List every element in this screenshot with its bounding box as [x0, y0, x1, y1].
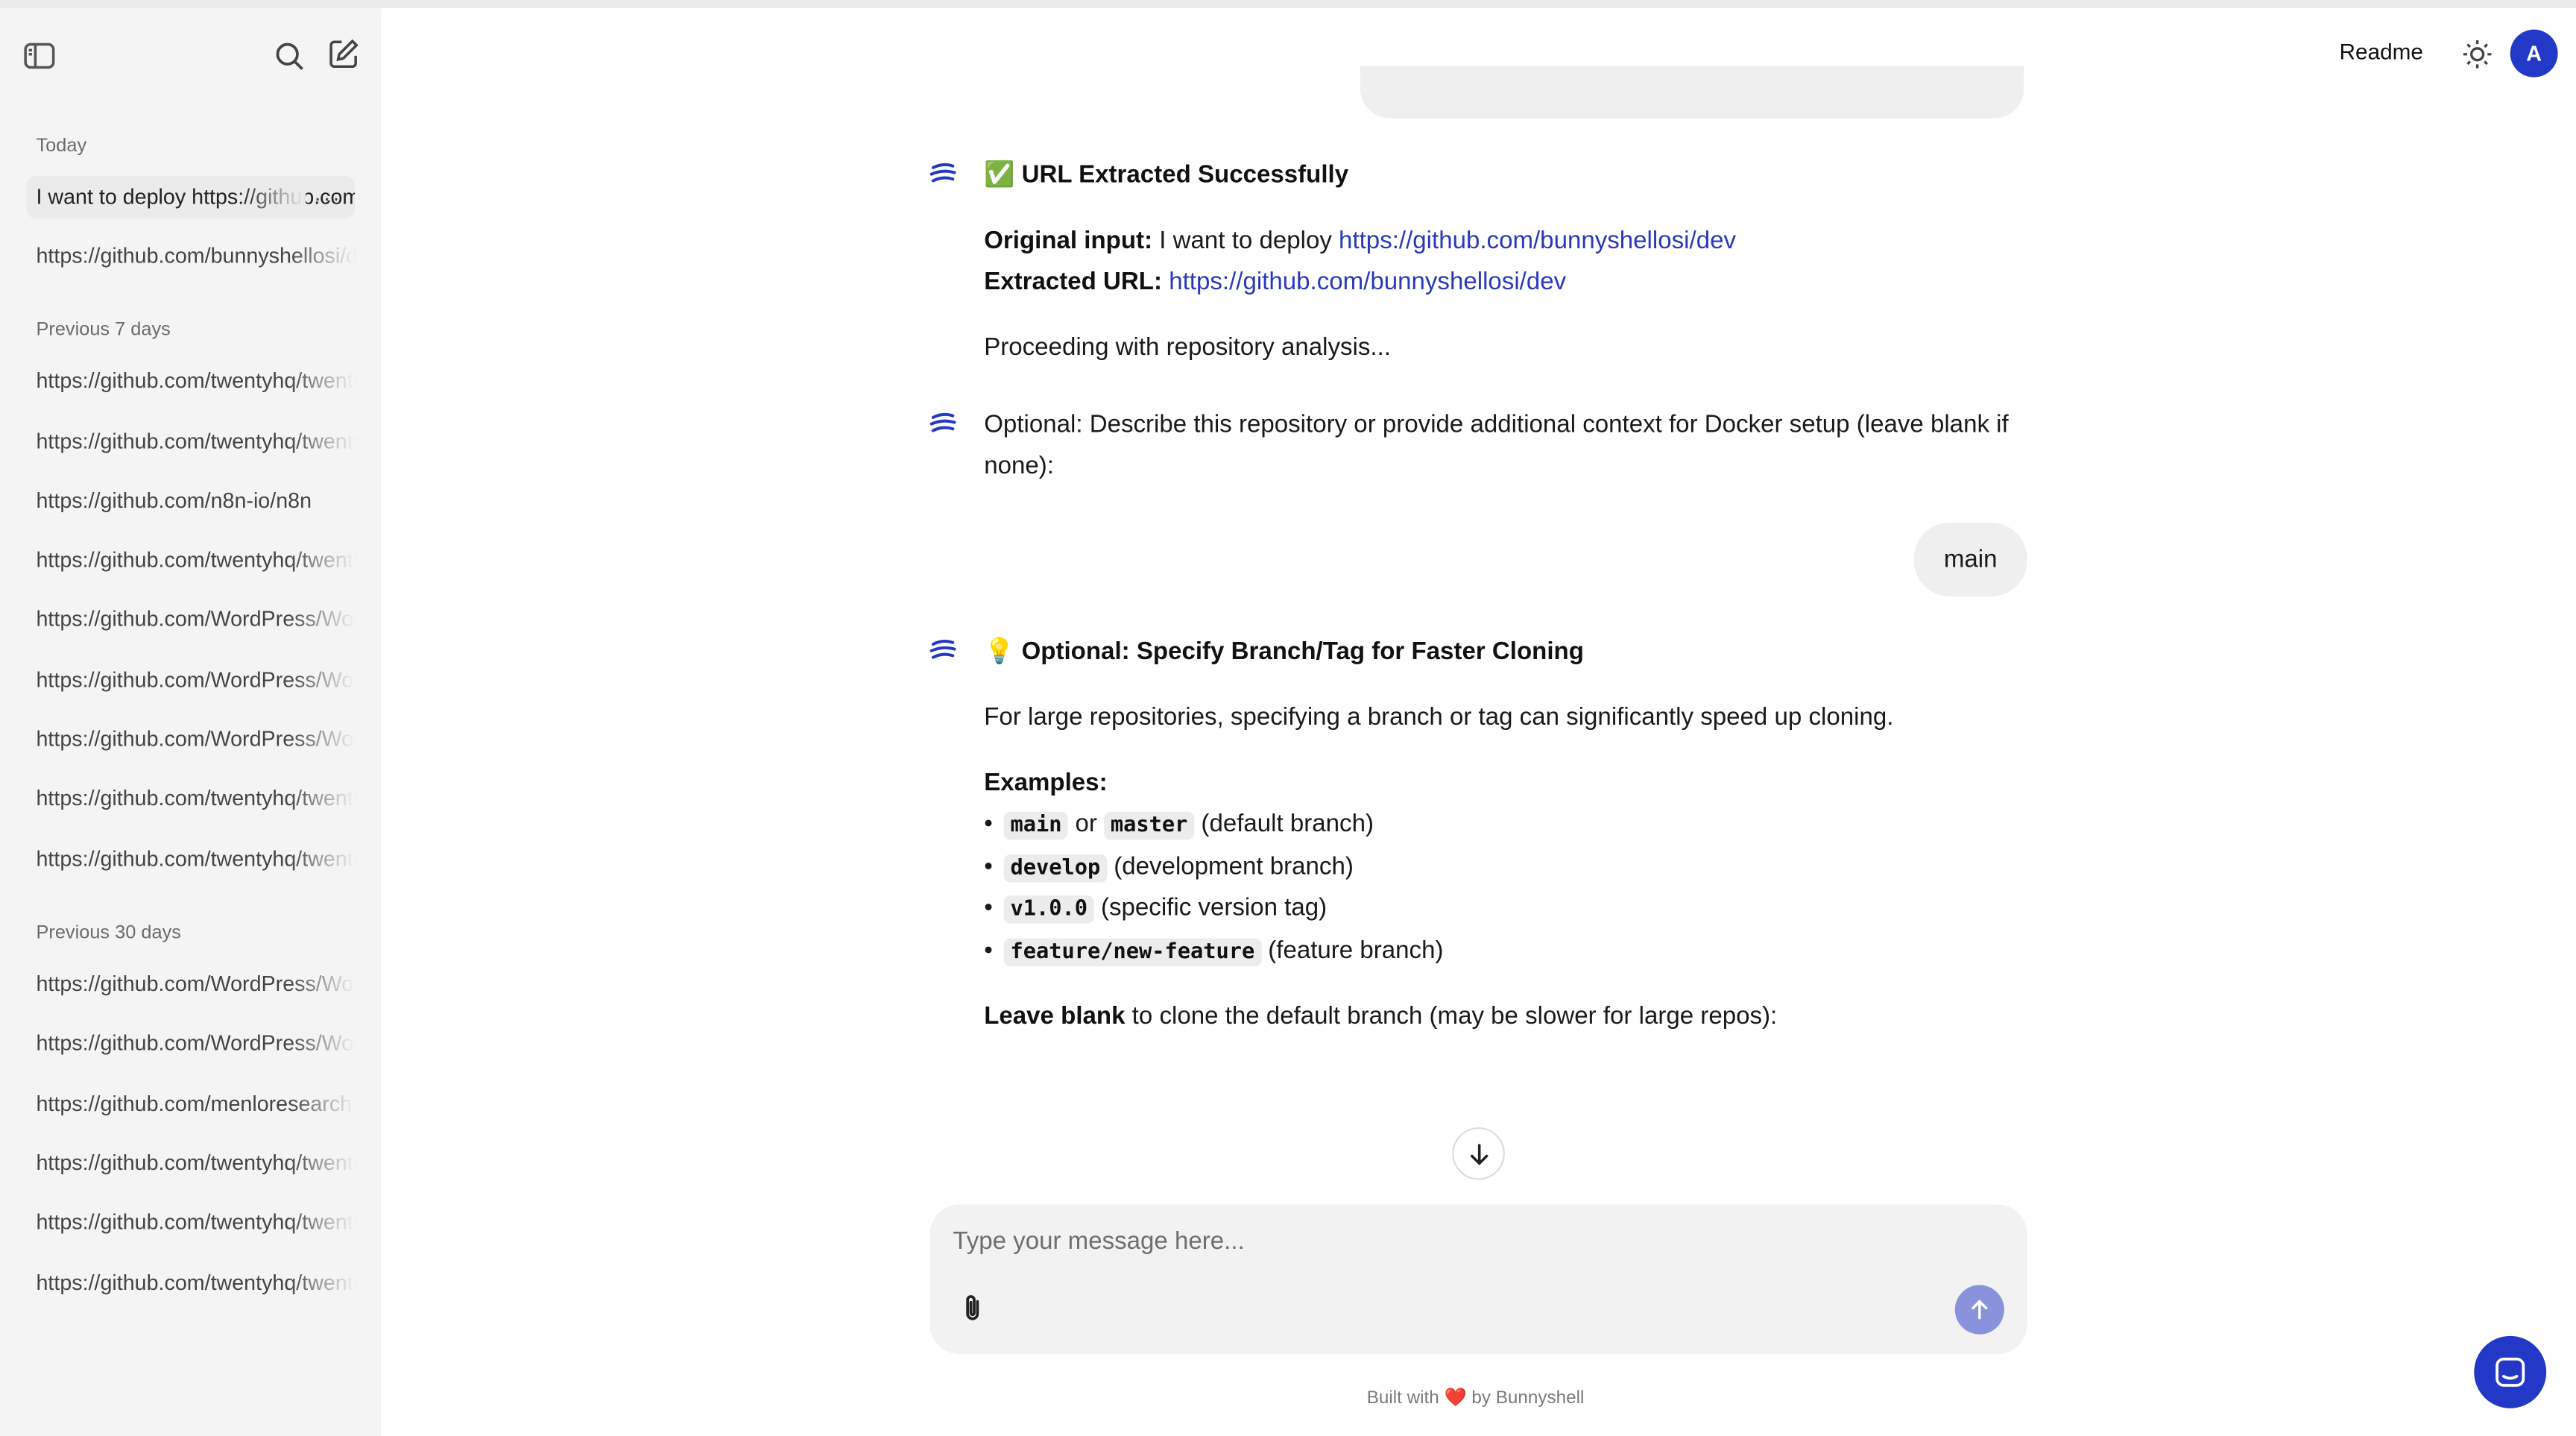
- assistant-logo-icon: [928, 409, 958, 439]
- previous-user-bubble: [1360, 66, 2024, 119]
- branch-intro-text: For large repositories, specifying a bra…: [984, 703, 1894, 731]
- sidebar-item-active[interactable]: I want to deploy https://github.com/bunn…: [26, 175, 356, 219]
- proceeding-text: Proceeding with repository analysis...: [984, 333, 1391, 362]
- paperclip-icon[interactable]: [956, 1291, 989, 1324]
- list-item: • develop (development branch): [984, 846, 1354, 889]
- sidebar-item[interactable]: https://github.com/twentyhq/twenty: [36, 1262, 356, 1305]
- sidebar-item[interactable]: https://github.com/twentyhq/twenty: [36, 359, 356, 403]
- assistant-logo-icon: [928, 160, 958, 189]
- check-emoji-icon: ✅: [984, 160, 1015, 189]
- sidebar-item[interactable]: https://github.com/WordPress/WordPress: [36, 963, 356, 1006]
- user-avatar[interactable]: A: [2510, 29, 2558, 78]
- heart-icon: ❤️: [1444, 1388, 1467, 1408]
- new-chat-icon[interactable]: [325, 36, 361, 72]
- sidebar-item[interactable]: https://github.com/WordPress/WordPress: [36, 718, 356, 761]
- original-input-link[interactable]: https://github.com/bunnyshellosi/dev: [1339, 227, 1736, 254]
- section-today: Today: [36, 136, 87, 157]
- original-input-line: Original input: I want to deploy https:/…: [984, 227, 1737, 255]
- describe-repo-prompt: Optional: Describe this repository or pr…: [984, 411, 2009, 480]
- arrow-up-icon: [1972, 1300, 1988, 1320]
- message-input[interactable]: [953, 1221, 1939, 1261]
- sidebar-item[interactable]: https://github.com/bunnyshellosi/dev: [36, 235, 356, 278]
- sidebar-item[interactable]: https://github.com/n8n-io/n8n: [36, 480, 355, 523]
- sidebar: Today I want to deploy https://github.co…: [0, 8, 382, 1436]
- sidebar-item[interactable]: https://github.com/WordPress/WordPress: [36, 658, 356, 702]
- sidebar-item[interactable]: https://github.com/twentyhq/twenty: [36, 538, 356, 582]
- sidebar-item[interactable]: https://github.com/twentyhq/twenty: [36, 1201, 356, 1244]
- examples-label: Examples:: [984, 769, 1108, 797]
- section-previous-30-days: Previous 30 days: [36, 923, 181, 944]
- arrow-down-icon: [1471, 1144, 1489, 1165]
- sidebar-item[interactable]: https://github.com/twentyhq/twenty: [36, 838, 356, 881]
- more-options-icon[interactable]: ···: [314, 176, 341, 218]
- theme-toggle-sun-icon[interactable]: [2459, 36, 2495, 72]
- sidebar-item[interactable]: https://github.com/WordPress/WordPress: [36, 1021, 356, 1065]
- lightbulb-emoji-icon: 💡: [984, 637, 1015, 666]
- scroll-to-bottom-button[interactable]: [1452, 1127, 1505, 1180]
- toggle-sidebar-icon[interactable]: [22, 38, 57, 74]
- section-previous-7-days: Previous 7 days: [36, 320, 171, 341]
- sidebar-item[interactable]: https://github.com/twentyhq/twenty: [36, 777, 356, 820]
- sidebar-item[interactable]: https://github.com/WordPress/WordPress: [36, 598, 356, 641]
- sidebar-item-label: https://github.com/n8n-io/n8n: [36, 488, 312, 513]
- list-item: • feature/new-feature (feature branch): [984, 930, 1443, 972]
- footer-credit: Built with ❤️ by Bunnyshell: [1366, 1388, 1585, 1408]
- extracted-url-line: Extracted URL: https://github.com/bunnys…: [984, 268, 1567, 296]
- leave-blank-text: Leave blank to clone the default branch …: [984, 1002, 1778, 1030]
- sidebar-item[interactable]: https://github.com/menloresearch: [36, 1083, 356, 1126]
- message-title: ✅ URL Extracted Successfully: [984, 160, 1349, 189]
- list-item: • v1.0.0 (specific version tag): [984, 887, 1327, 930]
- top-border: [0, 0, 2576, 9]
- list-item: • main or master (default branch): [984, 804, 1374, 846]
- message-composer: [929, 1204, 2027, 1355]
- chat-bubble-icon: [2496, 1357, 2525, 1387]
- support-chat-button[interactable]: [2474, 1335, 2547, 1408]
- sidebar-item[interactable]: https://github.com/twentyhq/twenty: [36, 421, 356, 464]
- assistant-logo-icon: [928, 636, 958, 666]
- search-icon[interactable]: [271, 38, 307, 74]
- readme-link[interactable]: Readme: [2339, 40, 2422, 64]
- app-root: Today I want to deploy https://github.co…: [0, 0, 2576, 1436]
- message-title: 💡 Optional: Specify Branch/Tag for Faste…: [984, 637, 1584, 666]
- user-message-bubble: main: [1913, 522, 2027, 597]
- sidebar-item[interactable]: https://github.com/twentyhq/twenty: [36, 1141, 356, 1185]
- sidebar-item-label: I want to deploy https://github.com/bunn…: [36, 183, 355, 209]
- send-button[interactable]: [1954, 1285, 2004, 1335]
- extracted-url-link[interactable]: https://github.com/bunnyshellosi/dev: [1169, 268, 1566, 295]
